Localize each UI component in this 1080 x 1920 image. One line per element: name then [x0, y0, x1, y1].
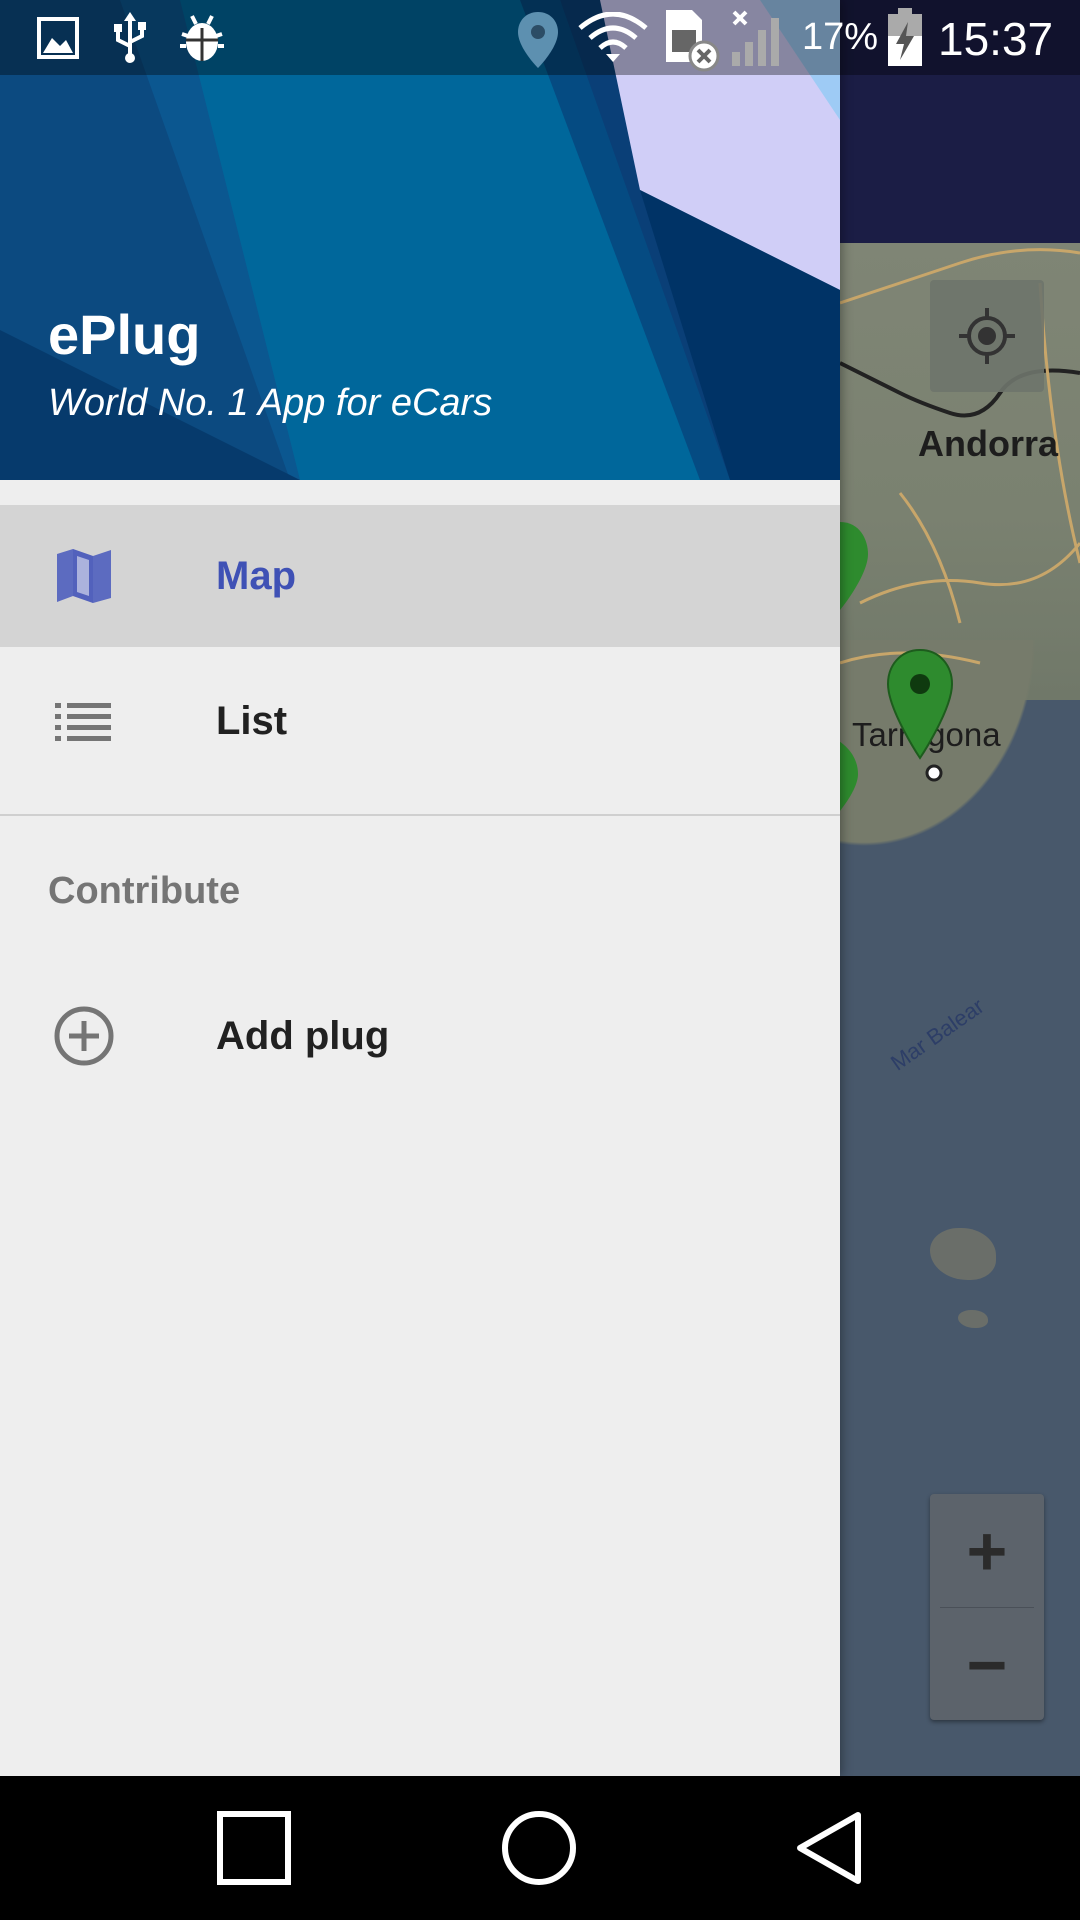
- battery-percent: 17%: [802, 16, 879, 58]
- drawer-item-list[interactable]: List: [0, 650, 840, 792]
- battery-charging-icon: [888, 8, 922, 66]
- location-icon: [518, 12, 558, 68]
- bug-icon: [180, 15, 224, 61]
- map-pin-icon[interactable]: [886, 648, 954, 768]
- map-icon: [52, 544, 116, 608]
- my-location-icon: [959, 308, 1015, 364]
- back-icon: [797, 1812, 861, 1884]
- section-title-contribute: Contribute: [48, 870, 241, 912]
- home-icon: [502, 1811, 576, 1885]
- zoom-controls: + −: [930, 1494, 1044, 1720]
- recents-icon: [217, 1811, 291, 1885]
- city-marker-icon: [925, 764, 943, 782]
- zoom-out-button[interactable]: −: [930, 1608, 1044, 1721]
- recents-button[interactable]: [174, 1776, 334, 1920]
- list-icon: [52, 689, 116, 753]
- clock: 15:37: [938, 13, 1054, 65]
- system-navigation-bar: [0, 1776, 1080, 1920]
- usb-icon: [114, 12, 146, 63]
- drawer-item-label: Add plug: [216, 1013, 390, 1058]
- my-location-button[interactable]: [930, 280, 1044, 392]
- zoom-in-button[interactable]: +: [930, 1494, 1044, 1607]
- home-button[interactable]: [459, 1776, 619, 1920]
- drawer-divider: [0, 814, 840, 816]
- app-title: ePlug: [48, 303, 201, 366]
- signal-icon: [732, 10, 779, 66]
- drawer-item-add-plug[interactable]: Add plug: [0, 965, 840, 1107]
- status-bar: 17% 15:37: [0, 0, 1080, 75]
- drawer-item-label: Map: [216, 553, 296, 598]
- app-subtitle: World No. 1 App for eCars: [48, 382, 493, 424]
- image-icon: [37, 17, 79, 59]
- map-label-andorra: Andorra: [918, 423, 1059, 464]
- sim-error-icon: [666, 10, 720, 72]
- navigation-drawer: ePlug World No. 1 App for eCars Map List…: [0, 0, 840, 1776]
- drawer-item-map[interactable]: Map: [0, 505, 840, 647]
- wifi-icon: [578, 12, 648, 62]
- back-button[interactable]: [748, 1776, 908, 1920]
- add-circle-icon: [52, 1004, 116, 1068]
- drawer-item-label: List: [216, 698, 288, 743]
